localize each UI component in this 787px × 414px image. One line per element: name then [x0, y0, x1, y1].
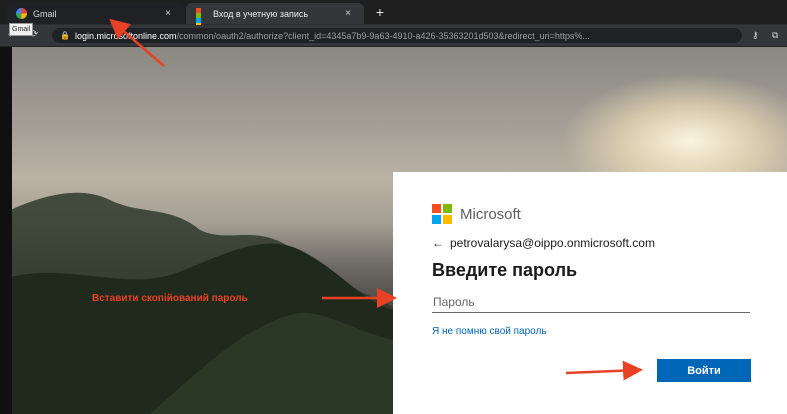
screenshot-frame: Gmail × Вход в учетную запись × + Gmail …: [0, 0, 787, 414]
new-tab-button[interactable]: +: [371, 3, 389, 21]
google-icon: [16, 8, 27, 19]
tab-close-icon[interactable]: ×: [162, 8, 174, 19]
browser-tabstrip: Gmail × Вход в учетную запись × +: [0, 0, 787, 28]
url-path: /common/oauth2/authorize?client_id=4345a…: [176, 30, 590, 41]
brand-name: Microsoft: [460, 205, 521, 223]
tab-signin-label: Вход в учетную запись: [213, 8, 309, 19]
page-title: Введите пароль: [432, 260, 578, 280]
account-identity[interactable]: ← petrovalarysa@oippo.onmicrosoft.com: [432, 236, 655, 250]
signin-button[interactable]: Войти: [657, 359, 751, 382]
microsoft-logo-icon: [432, 204, 452, 224]
microsoft-brand: Microsoft: [432, 204, 521, 224]
lock-icon: 🔒: [60, 31, 70, 40]
tab-close-icon[interactable]: ×: [342, 8, 354, 19]
signin-card: Microsoft ← petrovalarysa@oippo.onmicros…: [393, 172, 787, 414]
url-field[interactable]: 🔒 login.microsoftonline.com /common/oaut…: [52, 28, 742, 43]
address-bar: ‹ ⟳ 🔒 login.microsoftonline.com /common/…: [0, 25, 787, 47]
window-edge-shadow: [0, 46, 12, 414]
annotation-label: Вставити скопійований пароль: [92, 293, 248, 304]
account-email: petrovalarysa@oippo.onmicrosoft.com: [450, 236, 655, 250]
tab-tooltip: Gmail: [9, 23, 34, 36]
microsoft-icon: [196, 8, 207, 28]
tab-microsoft-signin[interactable]: Вход в учетную запись ×: [186, 3, 364, 28]
back-arrow-icon[interactable]: ←: [432, 236, 444, 250]
forgot-password-link[interactable]: Я не помню свой пароль: [432, 326, 547, 337]
tab-gmail-label: Gmail: [33, 8, 57, 19]
url-host: login.microsoftonline.com: [75, 30, 177, 41]
password-input[interactable]: [432, 291, 750, 313]
key-icon[interactable]: ⚷: [752, 30, 759, 41]
translate-icon[interactable]: ⧉: [772, 30, 778, 41]
tab-gmail[interactable]: Gmail ×: [6, 3, 184, 24]
